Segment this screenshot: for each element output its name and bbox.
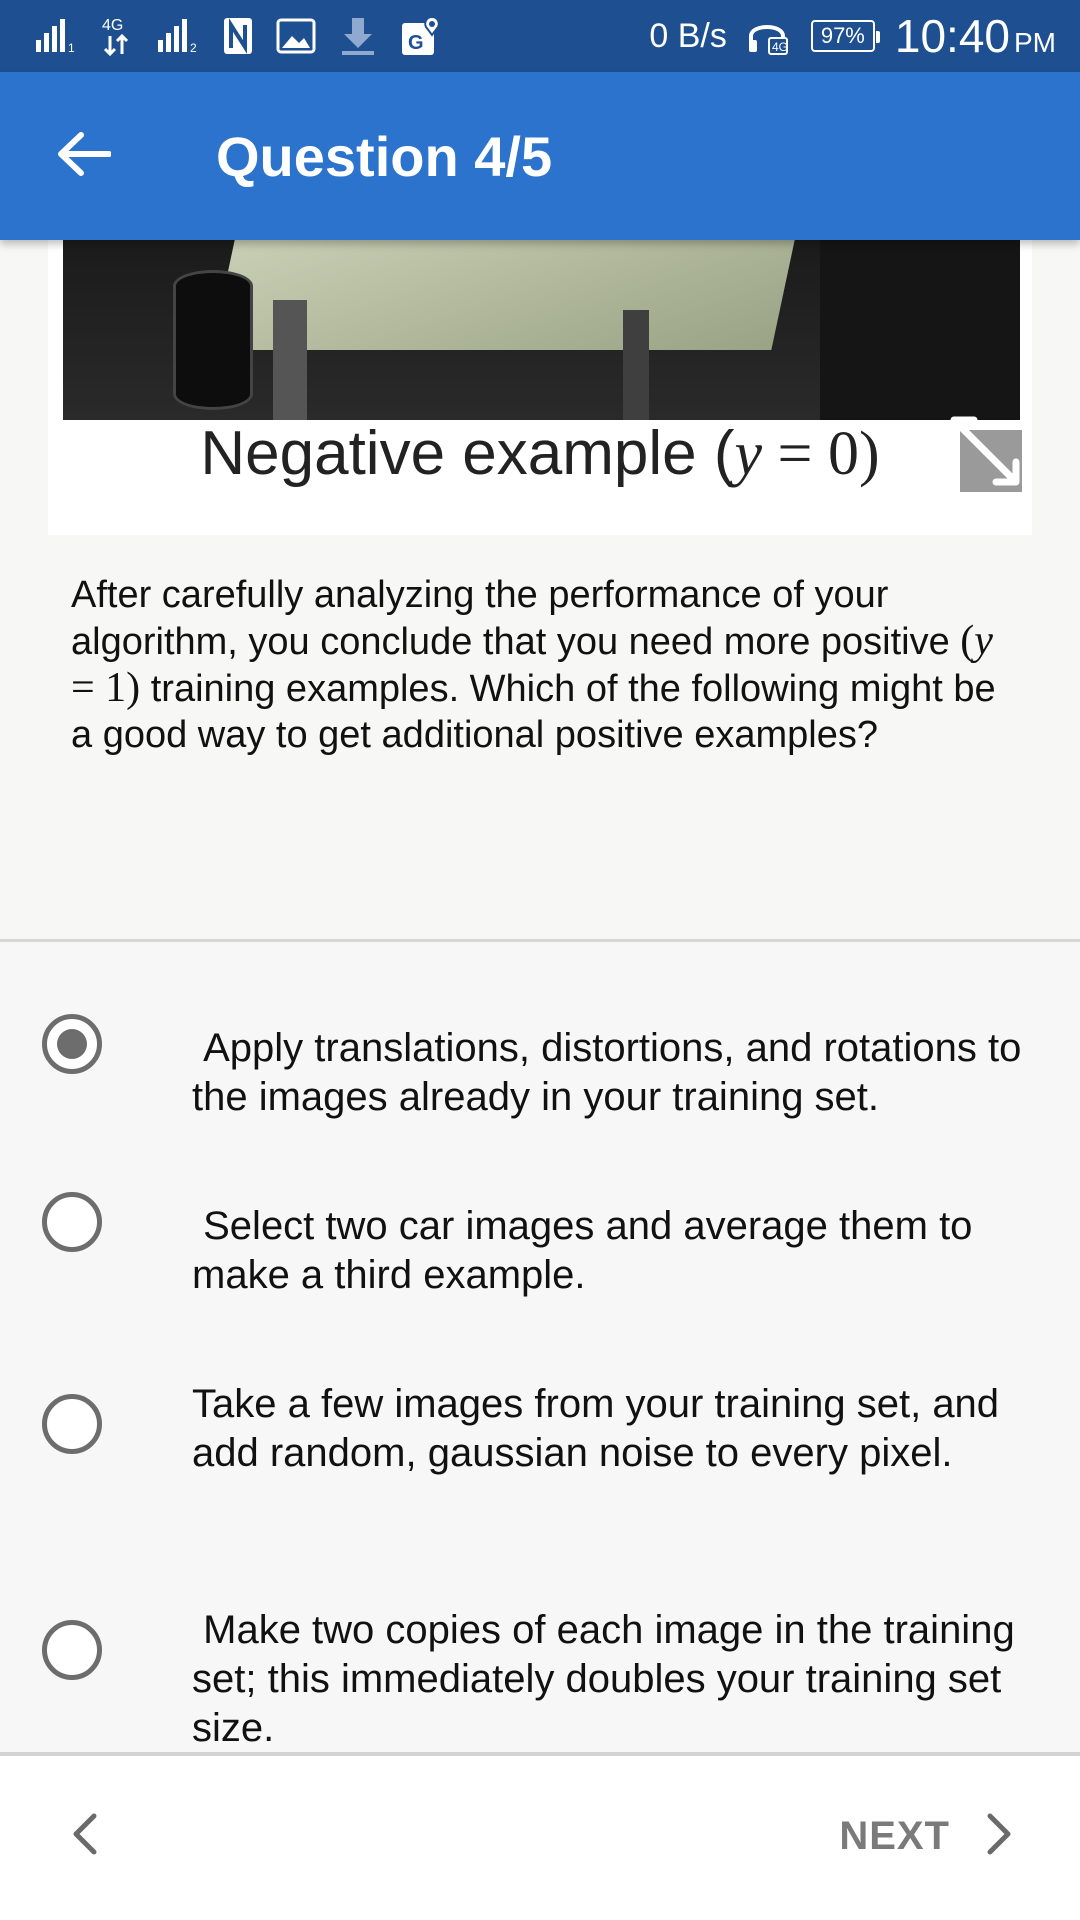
- next-button[interactable]: NEXT: [800, 1796, 1040, 1876]
- data-speed: 0 B/s: [649, 16, 727, 55]
- chevron-left-icon: [70, 1812, 100, 1861]
- signal-icon: 1: [34, 0, 78, 72]
- answer-option-label: Select two car images and average them t…: [192, 1204, 984, 1297]
- clock: 10:40 PM: [895, 9, 1056, 63]
- expand-icon: [940, 406, 1030, 501]
- network-4g-icon: 4G: [100, 0, 134, 72]
- app-bar: Question 4/5: [0, 72, 1080, 240]
- figure-caption: Negative example (y = 0): [48, 418, 1032, 490]
- clock-time: 10:40: [894, 10, 1010, 62]
- caption-var: y: [734, 420, 763, 488]
- question-text: After carefully analyzing the performanc…: [71, 572, 1011, 758]
- page-title: Question 4/5: [216, 124, 553, 188]
- question-math-rest: = 1): [71, 665, 141, 711]
- signal-icon: 2: [156, 0, 200, 72]
- answer-option-label: Make two copies of each image in the tra…: [192, 1608, 1026, 1750]
- svg-text:2: 2: [190, 41, 197, 54]
- chevron-right-icon: [984, 1812, 1014, 1861]
- back-button[interactable]: [34, 106, 134, 206]
- answer-option[interactable]: Take a few images from your training set…: [0, 1338, 1080, 1508]
- maps-icon: G: [400, 0, 442, 72]
- radio-button[interactable]: [42, 1620, 102, 1680]
- answer-option[interactable]: Apply translations, distortions, and rot…: [0, 982, 1080, 1119]
- network-label: 4G: [102, 17, 123, 34]
- radio-button[interactable]: [42, 1192, 102, 1252]
- n-notification-icon: [222, 0, 254, 72]
- caption-prefix: Negative example (: [200, 419, 735, 488]
- question-math-open: (: [960, 618, 975, 664]
- answer-options: Apply translations, distortions, and rot…: [0, 942, 1080, 1752]
- question-part2: training examples. Which of the followin…: [71, 668, 996, 756]
- question-content: Negative example (y = 0) After carefully…: [0, 240, 1080, 940]
- image-icon: [276, 0, 316, 72]
- svg-text:G: G: [408, 32, 424, 54]
- status-bar: 1 4G 2 G 0 B/s 4G 97% 10:40 PM: [0, 0, 1080, 72]
- bottom-navigation: NEXT: [0, 1756, 1080, 1920]
- next-label: NEXT: [839, 1813, 950, 1858]
- svg-text:1: 1: [68, 41, 75, 54]
- battery-level: 97%: [820, 23, 865, 48]
- answer-option[interactable]: Make two copies of each image in the tra…: [0, 1564, 1080, 1750]
- answer-option[interactable]: Select two car images and average them t…: [0, 1160, 1080, 1297]
- clock-ampm: PM: [1014, 27, 1056, 58]
- radio-button-selected[interactable]: [42, 1014, 102, 1074]
- battery-icon: 97%: [810, 20, 880, 52]
- download-icon: [338, 0, 378, 72]
- figure-photo: [63, 240, 1020, 420]
- previous-button[interactable]: [50, 1796, 120, 1876]
- question-figure: Negative example (y = 0): [48, 240, 1032, 535]
- caption-eq: = 0): [762, 420, 880, 488]
- expand-image-button[interactable]: [920, 398, 1050, 508]
- question-part1: After carefully analyzing the performanc…: [71, 574, 961, 663]
- svg-text:4G: 4G: [772, 40, 788, 54]
- arrow-left-icon: [57, 131, 112, 182]
- headset-icon: 4G: [747, 0, 791, 72]
- answer-option-label: Apply translations, distortions, and rot…: [192, 1026, 1033, 1119]
- radio-button[interactable]: [42, 1394, 102, 1454]
- question-math-var: y: [974, 618, 993, 664]
- answer-option-label: Take a few images from your training set…: [192, 1382, 1011, 1475]
